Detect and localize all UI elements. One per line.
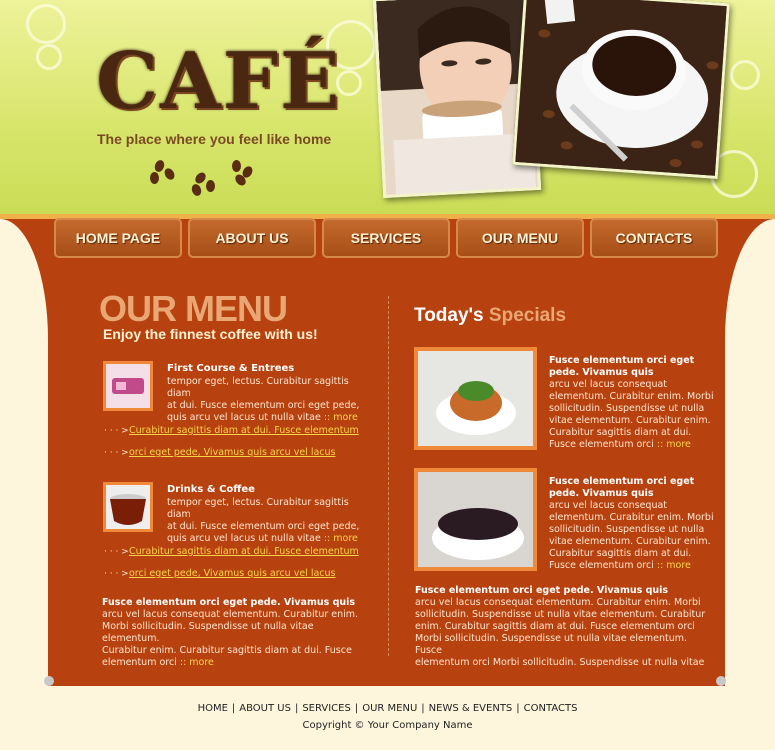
- footer-link-services[interactable]: SERVICES: [302, 703, 351, 714]
- first-course-thumbnail[interactable]: [103, 361, 153, 411]
- nav-home-page[interactable]: HOME PAGE: [54, 218, 182, 258]
- more-link[interactable]: :: more: [324, 533, 358, 544]
- menu-link[interactable]: orci eget pede, Vivamus quis arcu vel la…: [129, 568, 336, 579]
- header: CAFÉ The place where you feel like home: [0, 0, 775, 218]
- corner-decoration: [44, 676, 54, 686]
- paragraph-text: arcu vel lacus consequat elementum. Cura…: [415, 597, 706, 668]
- footer-link-contacts[interactable]: CONTACTS: [524, 703, 578, 714]
- menu-title: OUR MENU: [99, 288, 288, 329]
- paragraph-heading: Fusce elementum orci eget pede. Vivamus …: [102, 597, 356, 608]
- footer-link-our-menu[interactable]: OUR MENU: [362, 703, 417, 714]
- arrow-icon: · · · >: [104, 448, 129, 458]
- footer-link-about-us[interactable]: ABOUT US: [239, 703, 291, 714]
- arrow-icon: · · · >: [104, 547, 129, 557]
- entry-description: tempor eget, lectus. Curabitur sagittis …: [167, 376, 360, 423]
- arrow-icon: · · · >: [104, 569, 129, 579]
- special-description: arcu vel lacus consequat elementum. Cura…: [549, 379, 714, 450]
- footer-link-home[interactable]: HOME: [198, 703, 228, 714]
- paragraph-heading: Fusce elementum orci eget pede. Vivamus …: [415, 585, 669, 596]
- nav-contacts[interactable]: CONTACTS: [590, 218, 718, 258]
- coffee-cup-photo: [512, 0, 730, 179]
- left-border: [0, 219, 48, 686]
- corner-decoration: [716, 676, 726, 686]
- more-link[interactable]: :: more: [324, 412, 358, 423]
- footer-link-news-events[interactable]: NEWS & EVENTS: [429, 703, 513, 714]
- special-title: Fusce elementum orci eget pede. Vivamus …: [549, 476, 695, 499]
- special-dish-photo[interactable]: [414, 347, 537, 450]
- footer-navigation: HOME | ABOUT US | SERVICES | OUR MENU | NEWS & E…: [197, 703, 578, 714]
- column-divider: [388, 296, 389, 656]
- drinks-thumbnail[interactable]: [103, 482, 153, 532]
- menu-link[interactable]: Curabitur sagittis diam at dui. Fusce el…: [129, 425, 359, 436]
- decorative-swirl: [730, 60, 760, 90]
- menu-subtitle: Enjoy the finnest coffee with us!: [103, 326, 318, 342]
- more-link[interactable]: :: more: [180, 657, 214, 668]
- tagline: The place where you feel like home: [97, 131, 332, 147]
- nav-our-menu[interactable]: OUR MENU: [456, 218, 584, 258]
- more-link[interactable]: :: more: [657, 439, 691, 450]
- menu-link[interactable]: Curabitur sagittis diam at dui. Fusce el…: [129, 546, 359, 557]
- copyright: Copyright © Your Company Name: [302, 720, 473, 731]
- arrow-icon: · · · >: [104, 426, 129, 436]
- main-navigation: HOME PAGE ABOUT US SERVICES OUR MENU CON…: [54, 218, 724, 258]
- nav-about-us[interactable]: ABOUT US: [188, 218, 316, 258]
- decorative-swirl: [36, 44, 62, 70]
- entry-description: tempor eget, lectus. Curabitur sagittis …: [167, 497, 360, 544]
- special-title: Fusce elementum orci eget pede. Vivamus …: [549, 355, 695, 378]
- decorative-swirl: [26, 4, 66, 44]
- special-dish-photo[interactable]: [414, 468, 537, 571]
- nav-services[interactable]: SERVICES: [322, 218, 450, 258]
- logo: CAFÉ: [96, 36, 342, 127]
- entry-title: First Course & Entrees: [167, 363, 295, 374]
- more-link[interactable]: :: more: [657, 560, 691, 571]
- special-description: arcu vel lacus consequat elementum. Cura…: [549, 500, 714, 571]
- specials-title: Today's Specials: [414, 305, 567, 326]
- menu-link[interactable]: orci eget pede, Vivamus quis arcu vel la…: [129, 447, 336, 458]
- paragraph-text: arcu vel lacus consequat elementum. Cura…: [102, 609, 359, 668]
- entry-title: Drinks & Coffee: [167, 484, 255, 495]
- right-border: [725, 219, 775, 686]
